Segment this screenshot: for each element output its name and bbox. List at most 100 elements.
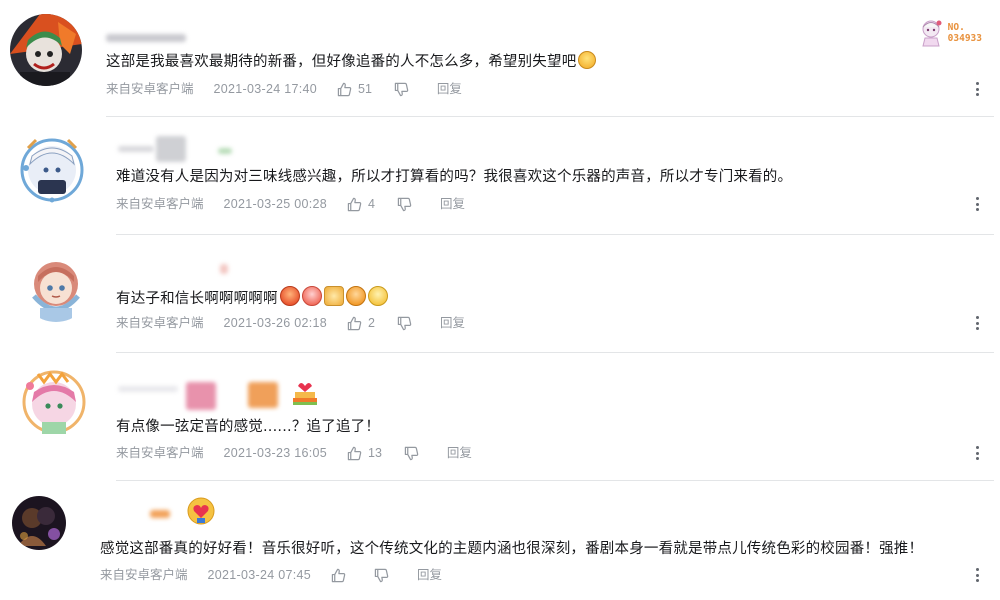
like-button[interactable] <box>331 568 352 583</box>
username-blurred <box>156 136 186 162</box>
laughing-emoji-icon <box>578 51 597 69</box>
like-count: 4 <box>368 197 375 211</box>
crying-emoji-icon <box>345 286 366 306</box>
comment-item: 难道没有人是因为对三味线感兴趣，所以才打算看的吗？我很喜欢这个乐器的声音，所以才… <box>0 118 1000 236</box>
comment-source: 来自安卓客户端 <box>116 196 204 211</box>
username-blurred <box>118 386 178 392</box>
cake-badge-icon <box>290 380 320 406</box>
comment-meta: 来自安卓客户端 2021-03-23 16:05 13 回复 <box>116 444 472 462</box>
embarrassed-emoji-icon <box>367 286 388 306</box>
comment-divider <box>116 480 994 481</box>
dog-emoji-icon <box>323 286 344 306</box>
blushing-emoji-icon <box>301 286 322 306</box>
comment-text-body: 有点像一弦定音的感觉......？追了追了！ <box>116 419 381 435</box>
dislike-button[interactable] <box>404 446 419 461</box>
like-count: 51 <box>358 82 372 96</box>
thumbs-down-icon <box>397 197 412 211</box>
like-button[interactable]: 4 <box>347 195 375 213</box>
more-options-button[interactable] <box>974 82 980 98</box>
comment-source: 来自安卓客户端 <box>106 81 194 96</box>
comment-time: 2021-03-23 16:05 <box>223 446 328 460</box>
more-vertical-icon <box>975 568 979 571</box>
avatar[interactable] <box>20 250 92 322</box>
reply-button[interactable]: 回复 <box>440 195 465 213</box>
dislike-button[interactable] <box>397 197 412 212</box>
username-blurred <box>186 382 216 410</box>
like-count: 2 <box>368 316 375 330</box>
comment-meta: 来自安卓客户端 2021-03-24 07:45 回复 <box>100 566 442 584</box>
like-button[interactable]: 13 <box>347 444 382 462</box>
comment-item: 这部是我最喜欢最期待的新番，但好像追番的人不怎么多，希望别失望吧 来自安卓客户端… <box>0 0 1000 118</box>
comment-source: 来自安卓客户端 <box>100 567 188 582</box>
more-vertical-icon <box>975 316 979 319</box>
thumbs-down-icon <box>374 568 389 582</box>
comment-item: 有点像一弦定音的感觉......？追了追了！ 来自安卓客户端 2021-03-2… <box>0 354 1000 484</box>
comment-divider <box>106 116 994 117</box>
avatar-image-icon <box>18 366 90 438</box>
dislike-button[interactable] <box>397 316 412 331</box>
avatar[interactable] <box>12 496 66 550</box>
avatar-image-icon <box>10 14 82 86</box>
more-vertical-icon <box>975 446 979 449</box>
more-options-button[interactable] <box>974 446 980 462</box>
avatar-image-icon <box>16 134 88 206</box>
heart-badge-icon <box>186 496 216 526</box>
more-options-button[interactable] <box>974 568 980 584</box>
thumbs-down-icon <box>394 82 409 96</box>
username-blurred <box>118 146 154 152</box>
comment-source: 来自安卓客户端 <box>116 445 204 460</box>
avatar-image-icon <box>12 496 66 550</box>
avatar[interactable] <box>10 14 82 86</box>
thumbs-up-icon <box>347 316 362 330</box>
username-blurred <box>106 34 186 42</box>
comment-time: 2021-03-24 17:40 <box>213 82 318 96</box>
comment-text: 这部是我最喜欢最期待的新番，但好像追番的人不怎么多，希望别失望吧 <box>106 51 597 72</box>
reply-button[interactable]: 回复 <box>417 566 442 584</box>
comment-text-body: 有达子和信长啊啊啊啊啊 <box>116 291 278 307</box>
comment-item: 感觉这部番真的好好看！音乐很好听，这个传统文化的主题内涵也很深刻，番剧本身一看就… <box>0 484 1000 600</box>
comment-text-body: 难道没有人是因为对三味线感兴趣，所以才打算看的吗？我很喜欢这个乐器的声音，所以才… <box>116 169 793 185</box>
thumbs-up-icon <box>347 197 362 211</box>
comment-time: 2021-03-24 07:45 <box>207 568 312 582</box>
comment-meta: 来自安卓客户端 2021-03-26 02:18 2 回复 <box>116 314 465 332</box>
comment-text-body: 感觉这部番真的好好看！音乐很好听，这个传统文化的主题内涵也很深刻，番剧本身一看就… <box>100 541 924 557</box>
like-count: 13 <box>368 446 382 460</box>
avatar[interactable] <box>18 366 90 438</box>
thumbs-up-icon <box>331 568 346 582</box>
comment-text: 难道没有人是因为对三味线感兴趣，所以才打算看的吗？我很喜欢这个乐器的声音，所以才… <box>116 167 792 187</box>
comment-time: 2021-03-25 00:28 <box>223 197 328 211</box>
comment-item: 有达子和信长啊啊啊啊啊 来自安卓客户端 2021-03-26 02:18 2 回… <box>0 236 1000 354</box>
more-options-button[interactable] <box>974 197 980 213</box>
dislike-button[interactable] <box>394 82 409 97</box>
dislike-button[interactable] <box>374 568 389 583</box>
comment-divider <box>116 352 994 353</box>
comment-source: 来自安卓客户端 <box>116 315 204 330</box>
username-blurred <box>220 264 228 274</box>
avatar[interactable] <box>16 134 88 206</box>
more-vertical-icon <box>975 82 979 85</box>
username-blurred <box>150 510 170 518</box>
reply-button[interactable]: 回复 <box>440 314 465 332</box>
comment-meta: 来自安卓客户端 2021-03-25 00:28 4 回复 <box>116 195 465 213</box>
more-options-button[interactable] <box>974 316 980 332</box>
comment-text: 感觉这部番真的好好看！音乐很好听，这个传统文化的主题内涵也很深刻，番剧本身一看就… <box>100 539 923 559</box>
like-button[interactable]: 2 <box>347 314 375 332</box>
angry-emoji-icon <box>279 286 300 306</box>
comment-meta: 来自安卓客户端 2021-03-24 17:40 51 回复 <box>106 80 462 98</box>
comment-text: 有达子和信长啊啊啊啊啊 <box>116 286 388 309</box>
comment-text: 有点像一弦定音的感觉......？追了追了！ <box>116 417 380 437</box>
reply-button[interactable]: 回复 <box>447 444 472 462</box>
avatar-image-icon <box>20 250 92 322</box>
thumbs-up-icon <box>337 82 352 96</box>
comment-divider <box>116 234 994 235</box>
reply-button[interactable]: 回复 <box>437 80 462 98</box>
like-button[interactable]: 51 <box>337 80 372 98</box>
thumbs-up-icon <box>347 446 362 460</box>
comment-text-body: 这部是我最喜欢最期待的新番，但好像追番的人不怎么多，希望别失望吧 <box>106 54 577 70</box>
username-blurred <box>218 148 232 154</box>
comment-time: 2021-03-26 02:18 <box>223 316 328 330</box>
thumbs-down-icon <box>397 316 412 330</box>
thumbs-down-icon <box>404 446 419 460</box>
username-blurred <box>248 382 278 408</box>
more-vertical-icon <box>975 197 979 200</box>
